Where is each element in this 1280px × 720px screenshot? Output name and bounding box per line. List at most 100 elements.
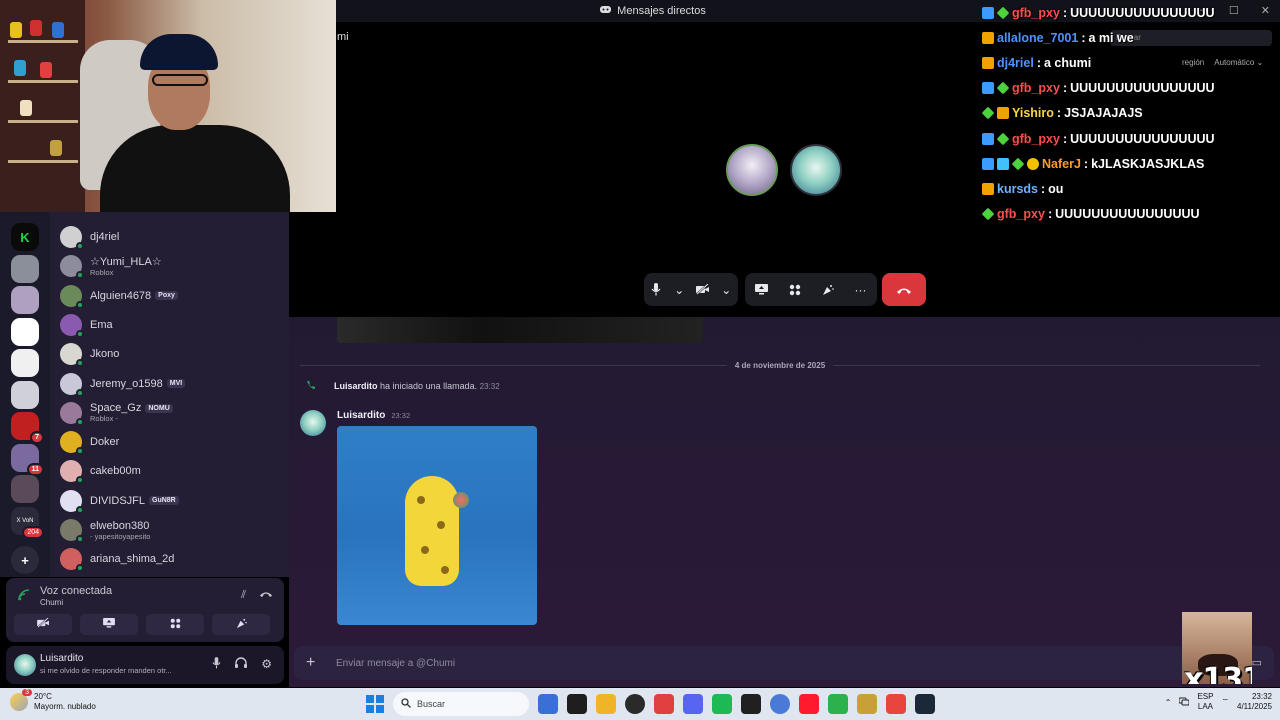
member-list-item[interactable]: Jkono bbox=[60, 340, 119, 368]
disconnect-icon[interactable] bbox=[260, 589, 272, 602]
member-list-item[interactable]: Ema bbox=[60, 311, 113, 339]
member-list-item[interactable]: cakeb00m bbox=[60, 457, 141, 485]
server-icon[interactable] bbox=[11, 380, 39, 409]
member-avatar bbox=[60, 431, 84, 456]
message-author-avatar[interactable] bbox=[300, 410, 326, 436]
clock[interactable]: 23:32 4/11/2025 bbox=[1237, 692, 1272, 712]
reaction-overlay: x131 bbox=[1182, 612, 1252, 684]
taskbar-app-icon[interactable] bbox=[915, 694, 935, 714]
chevron-up-icon[interactable]: ⌃ bbox=[1165, 698, 1172, 707]
taskbar-app-icon[interactable] bbox=[654, 694, 674, 714]
server-icon[interactable] bbox=[11, 317, 39, 346]
camera-off-icon[interactable] bbox=[695, 282, 711, 298]
participant-avatar-1[interactable] bbox=[726, 144, 778, 196]
message-author[interactable]: Luisardito bbox=[337, 410, 385, 421]
taskbar-app-icon[interactable] bbox=[828, 694, 848, 714]
member-list-item[interactable]: elwebon380- yapesitoyapesito bbox=[60, 516, 150, 544]
taskbar-app-icon[interactable] bbox=[712, 694, 732, 714]
chat-badge-icon bbox=[982, 31, 994, 44]
member-list-item[interactable]: dj4riel bbox=[60, 223, 119, 251]
soundboard-icon[interactable] bbox=[820, 282, 836, 298]
online-status-icon bbox=[76, 242, 84, 250]
member-list-item[interactable]: Alguien4678 Poxy bbox=[60, 282, 178, 310]
server-icon[interactable]: X VoN 204 bbox=[11, 506, 44, 539]
server-icon[interactable] bbox=[11, 286, 39, 314]
member-list-item[interactable]: ariana_shima_2d bbox=[60, 545, 174, 573]
taskbar-app-icon[interactable] bbox=[683, 694, 703, 714]
previous-attachment[interactable] bbox=[337, 317, 703, 343]
taskbar-app-icon[interactable] bbox=[538, 694, 558, 714]
chevron-down-icon[interactable]: ⌄ bbox=[671, 282, 687, 298]
server-icon[interactable] bbox=[11, 349, 39, 377]
member-name: Doker bbox=[90, 436, 120, 449]
webcam-shelf bbox=[0, 0, 85, 212]
chat-username: gfb_pxy bbox=[1012, 131, 1060, 146]
chat-badge-icon bbox=[996, 81, 1010, 95]
activities-button[interactable] bbox=[146, 614, 204, 635]
add-attachment-icon[interactable]: + bbox=[306, 654, 326, 672]
message-input[interactable]: Enviar mensaje a @Chumi bbox=[336, 658, 455, 669]
participant-avatar-2[interactable] bbox=[790, 144, 842, 196]
activities-icon bbox=[170, 618, 181, 632]
user-avatar[interactable] bbox=[14, 654, 36, 676]
member-avatar bbox=[60, 460, 84, 485]
taskbar-app-icon[interactable] bbox=[567, 694, 587, 714]
taskbar-app-icon[interactable] bbox=[770, 694, 790, 714]
server-icon[interactable]: K bbox=[11, 223, 39, 251]
member-list-item[interactable]: ☆Yumi_HLA☆ Roblox bbox=[60, 252, 162, 280]
taskbar-app-icon[interactable] bbox=[625, 694, 645, 714]
member-list-item[interactable]: Jeremy_o1598 MVI bbox=[60, 370, 186, 398]
member-list-item[interactable]: Space_Gz NOMU Roblox - bbox=[60, 399, 173, 427]
chat-badge-icon bbox=[982, 6, 994, 19]
wifi-icon[interactable]: ⌔ bbox=[1221, 697, 1229, 707]
chat-username: gfb_pxy bbox=[997, 207, 1045, 222]
add-server-icon[interactable]: + bbox=[11, 546, 39, 574]
server-icon[interactable]: 7 bbox=[11, 412, 44, 444]
gif-attachment[interactable] bbox=[337, 426, 537, 625]
soundboard-button[interactable] bbox=[212, 614, 270, 635]
user-name[interactable]: Luisardito bbox=[40, 653, 83, 664]
more-options-icon[interactable]: ··· bbox=[853, 282, 869, 298]
microphone-icon[interactable] bbox=[648, 282, 664, 298]
language-indicator[interactable]: ESP LAA bbox=[1197, 692, 1213, 712]
weather-temperature: 20°C bbox=[34, 692, 52, 701]
member-list-item[interactable]: Doker bbox=[60, 428, 119, 456]
weather-description: Mayorm. nublado bbox=[34, 702, 96, 711]
noise-suppression-icon[interactable]: ⫽ bbox=[241, 589, 246, 602]
gif-icon[interactable]: ▭ bbox=[1252, 656, 1262, 670]
voice-channel-name[interactable]: Chumi bbox=[40, 598, 63, 607]
taskbar-app-icon[interactable] bbox=[741, 694, 761, 714]
chat-badge-icon bbox=[981, 207, 995, 221]
chat-badge-icon bbox=[982, 182, 994, 195]
member-name: cakeb00m bbox=[90, 465, 141, 478]
taskbar-app-icon[interactable] bbox=[799, 694, 819, 714]
screen-share-icon[interactable] bbox=[754, 282, 770, 298]
taskbar-search[interactable]: Buscar bbox=[393, 692, 529, 716]
network-icon[interactable] bbox=[1178, 697, 1190, 708]
disconnect-button[interactable] bbox=[882, 273, 926, 306]
camera-toggle-button[interactable] bbox=[14, 614, 72, 635]
screen-share-button[interactable] bbox=[80, 614, 138, 635]
chevron-down-icon[interactable]: ⌄ bbox=[718, 282, 734, 298]
taskbar-app-icon[interactable] bbox=[857, 694, 877, 714]
chat-badge-icon bbox=[996, 132, 1010, 145]
member-list-item[interactable]: DIVIDSJFL GuN8R bbox=[60, 487, 179, 515]
call-started-message: Luisardito ha iniciado una llamada. 23:3… bbox=[306, 380, 500, 392]
voice-icons: ⫽ bbox=[241, 589, 272, 602]
headphones-icon[interactable] bbox=[235, 657, 248, 672]
weather-widget[interactable]: 3 20°C Mayorm. nublado bbox=[10, 689, 96, 712]
server-icon[interactable] bbox=[11, 254, 39, 283]
windows-start-icon[interactable] bbox=[366, 695, 384, 713]
server-icon[interactable] bbox=[11, 475, 39, 503]
taskbar-app-icon[interactable] bbox=[886, 694, 906, 714]
microphone-icon[interactable] bbox=[212, 657, 221, 672]
call-author[interactable]: Luisardito bbox=[334, 381, 378, 391]
audio-video-controls: ⌄ ⌄ bbox=[644, 273, 738, 306]
language-top: ESP bbox=[1197, 692, 1214, 701]
taskbar-app-icon[interactable] bbox=[596, 694, 616, 714]
activities-icon[interactable] bbox=[787, 282, 803, 298]
settings-gear-icon[interactable]: ⚙ bbox=[261, 657, 272, 672]
member-avatar bbox=[60, 372, 84, 397]
chat-message: ou bbox=[1048, 181, 1064, 196]
server-icon[interactable]: 11 bbox=[11, 443, 44, 476]
